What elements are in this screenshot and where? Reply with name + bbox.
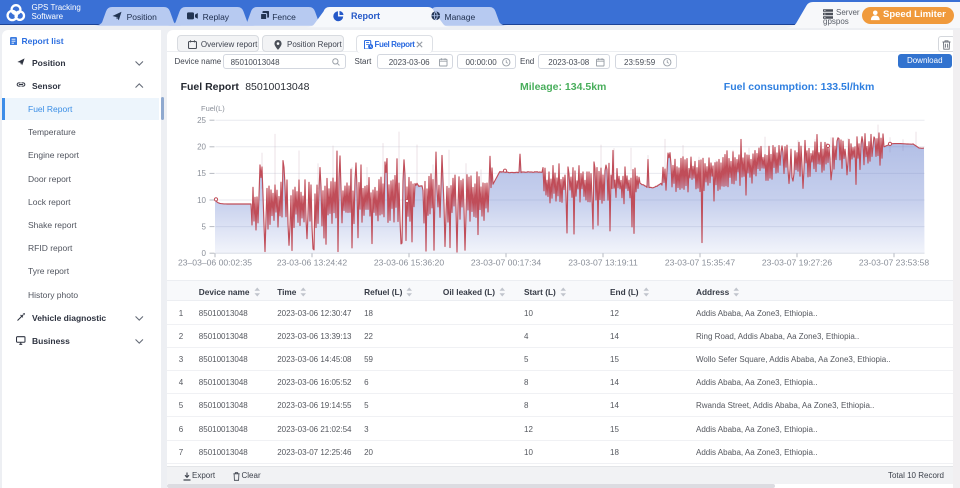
- svg-text:15: 15: [197, 169, 206, 178]
- svg-text:23–03–06 00:02:35: 23–03–06 00:02:35: [178, 258, 252, 268]
- svg-text:23-03-07 00:17:34: 23-03-07 00:17:34: [471, 258, 541, 268]
- svg-text:23-03-06 13:24:42: 23-03-06 13:24:42: [277, 258, 347, 268]
- svg-text:23-03-07 19:27:26: 23-03-07 19:27:26: [762, 258, 832, 268]
- svg-text:5: 5: [202, 222, 207, 231]
- svg-text:23-03-07 13:19:11: 23-03-07 13:19:11: [568, 258, 638, 268]
- svg-text:10: 10: [197, 196, 206, 205]
- svg-text:23-03-07 15:35:47: 23-03-07 15:35:47: [665, 258, 735, 268]
- svg-text:23-03-07 23:53:58: 23-03-07 23:53:58: [859, 258, 929, 268]
- svg-text:Fuel(L): Fuel(L): [201, 104, 225, 113]
- svg-text:20: 20: [197, 143, 206, 152]
- svg-text:25: 25: [197, 116, 206, 125]
- svg-text:23-03-06 15:36:20: 23-03-06 15:36:20: [374, 258, 444, 268]
